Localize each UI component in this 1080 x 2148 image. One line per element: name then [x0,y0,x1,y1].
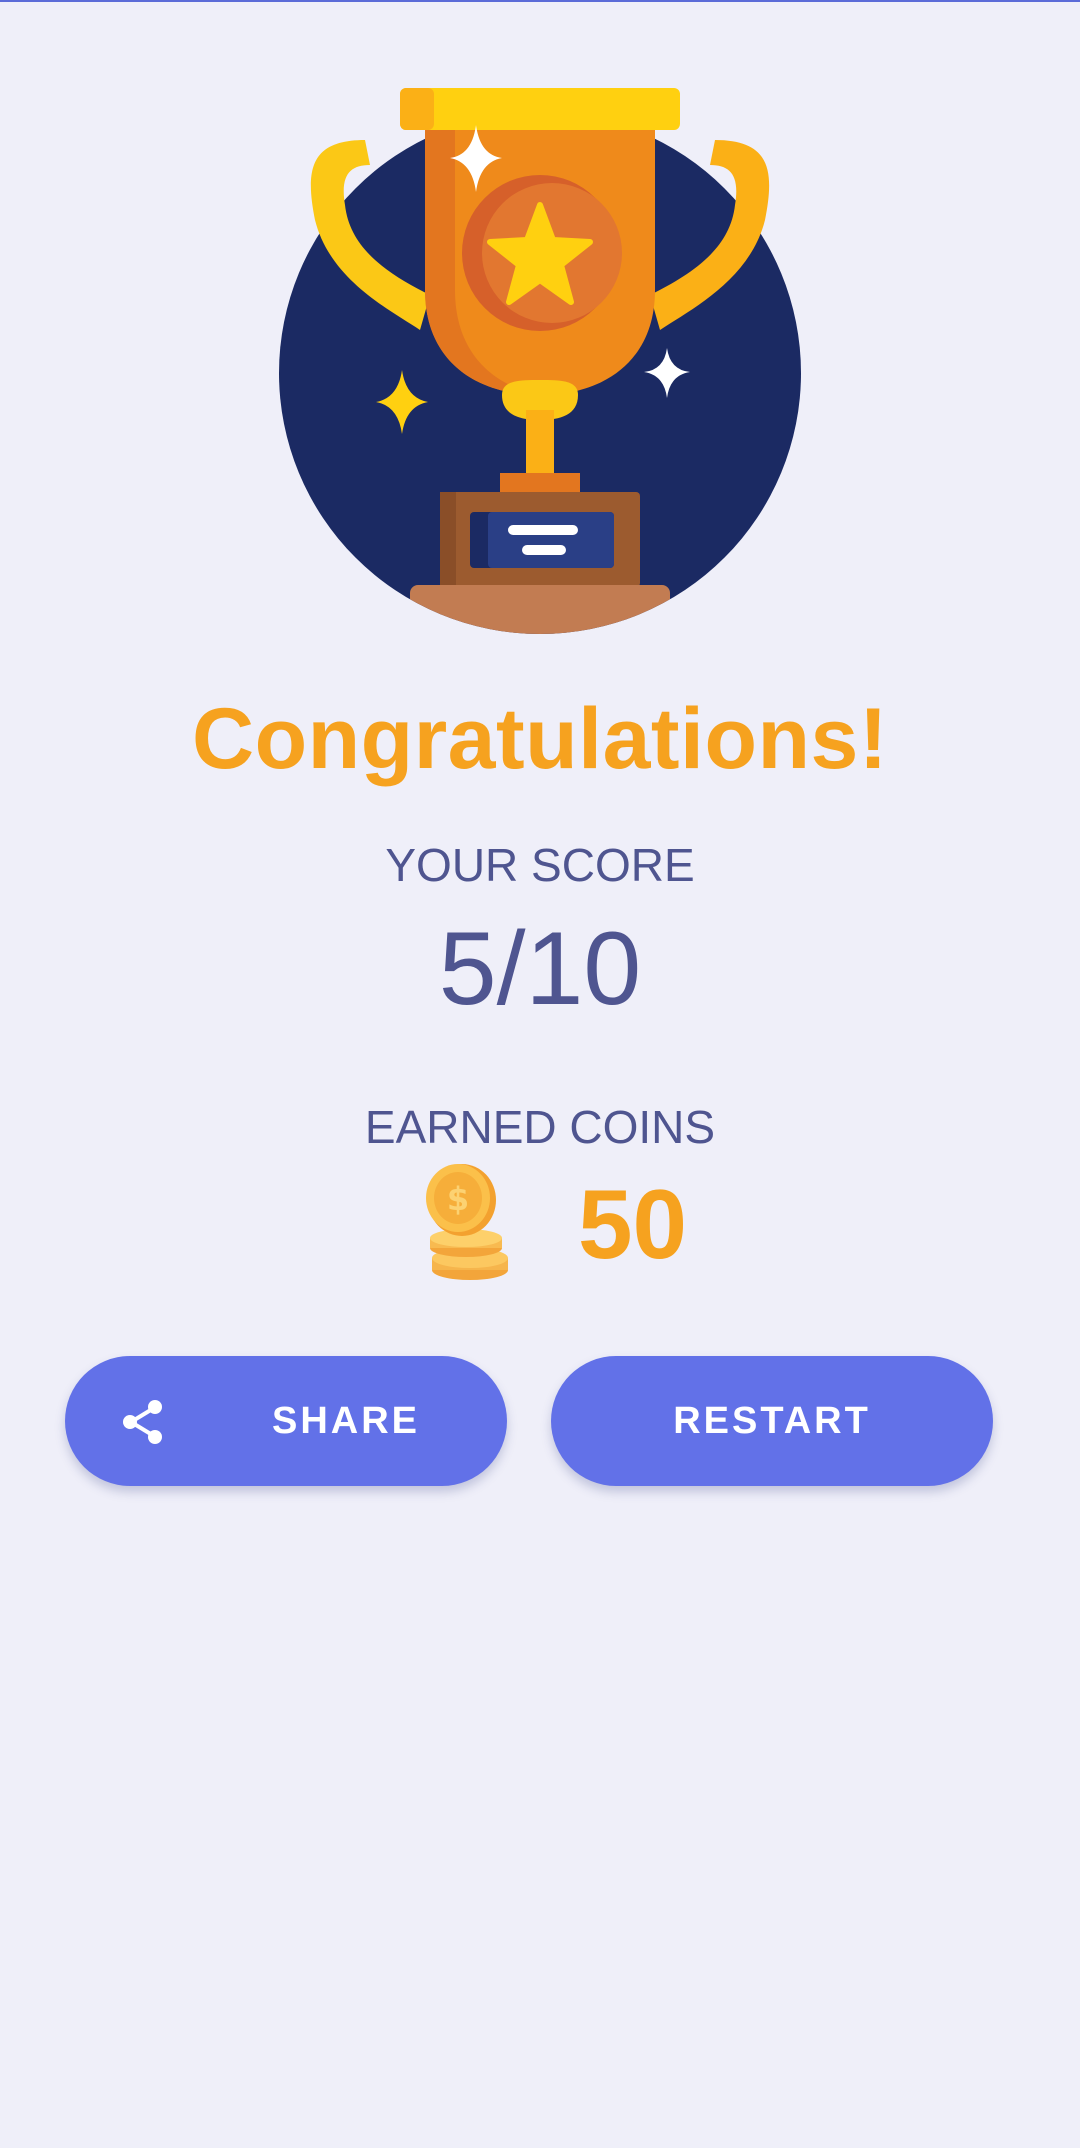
coin-stack-icon: $ [426,1164,508,1280]
restart-button[interactable]: RESTART [551,1356,993,1486]
svg-text:$: $ [447,1180,469,1218]
share-icon [123,1400,162,1444]
coins-value: 50 [578,1169,688,1279]
restart-button-label: RESTART [673,1399,871,1442]
share-button-label: SHARE [271,1399,421,1442]
earned-coins-label: EARNED COINS [364,1101,716,1153]
top-divider [0,0,1080,2]
score-label: YOUR SCORE [385,839,695,891]
congratulations-title: Congratulations! [192,691,888,787]
share-button[interactable]: SHARE [65,1356,507,1486]
score-value: 5/10 [438,911,642,1027]
trophy-icon [279,88,801,634]
